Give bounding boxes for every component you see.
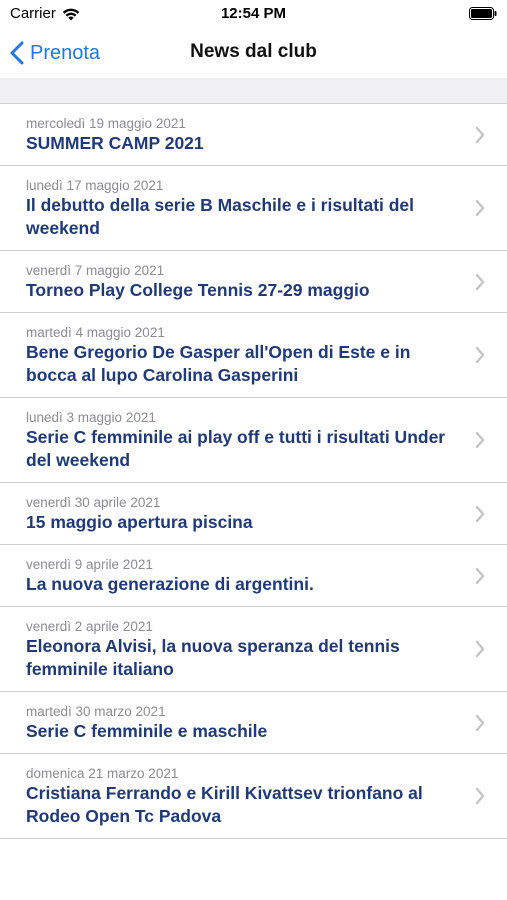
news-row[interactable]: mercoledì 19 maggio 2021 SUMMER CAMP 202… xyxy=(0,104,507,166)
news-date: martedì 30 marzo 2021 xyxy=(26,704,166,719)
chevron-right-icon xyxy=(475,567,485,584)
chevron-right-icon xyxy=(475,640,485,658)
battery-icon xyxy=(469,7,497,20)
news-title: La nuova generazione di argentini. xyxy=(26,574,314,594)
news-date: lunedì 17 maggio 2021 xyxy=(26,178,164,193)
chevron-right-icon xyxy=(475,126,485,143)
news-title: 15 maggio apertura piscina xyxy=(26,512,253,532)
news-date: venerdì 2 aprile 2021 xyxy=(26,619,153,634)
news-row[interactable]: domenica 21 marzo 2021 Cristiana Ferrand… xyxy=(0,754,507,839)
news-date: mercoledì 19 maggio 2021 xyxy=(26,116,186,131)
news-date: martedì 4 maggio 2021 xyxy=(26,325,165,340)
section-header-spacer xyxy=(0,78,507,104)
news-row[interactable]: lunedì 3 maggio 2021 Serie C femminile a… xyxy=(0,398,507,483)
news-title: Serie C femminile e maschile xyxy=(26,721,268,741)
news-list: mercoledì 19 maggio 2021 SUMMER CAMP 202… xyxy=(0,104,507,839)
chevron-right-icon xyxy=(475,431,485,449)
navigation-bar: Prenota News dal club xyxy=(0,28,507,78)
news-row[interactable]: venerdì 2 aprile 2021 Eleonora Alvisi, l… xyxy=(0,607,507,692)
clock: 12:54 PM xyxy=(220,5,287,22)
chevron-right-icon xyxy=(475,273,485,290)
chevron-right-icon xyxy=(475,787,485,805)
chevron-right-icon xyxy=(475,199,485,217)
page-title: News dal club xyxy=(190,41,317,62)
news-date: lunedì 3 maggio 2021 xyxy=(26,410,156,425)
news-title: Eleonora Alvisi, la nuova speranza del t… xyxy=(26,636,400,679)
news-row[interactable]: venerdì 9 aprile 2021 La nuova generazio… xyxy=(0,545,507,607)
news-title: Serie C femminile ai play off e tutti i … xyxy=(26,427,446,470)
chevron-right-icon xyxy=(475,505,485,522)
news-date: venerdì 9 aprile 2021 xyxy=(26,557,153,572)
news-date: venerdì 7 maggio 2021 xyxy=(26,263,165,278)
news-row[interactable]: lunedì 17 maggio 2021 Il debutto della s… xyxy=(0,166,507,251)
news-date: domenica 21 marzo 2021 xyxy=(26,766,179,781)
news-row[interactable]: venerdì 30 aprile 2021 15 maggio apertur… xyxy=(0,483,507,545)
news-row[interactable]: martedì 4 maggio 2021 Bene Gregorio De G… xyxy=(0,313,507,398)
chevron-right-icon xyxy=(475,346,485,364)
news-title: SUMMER CAMP 2021 xyxy=(26,133,204,153)
chevron-right-icon xyxy=(475,714,485,731)
news-title: Cristiana Ferrando e Kirill Kivattsev tr… xyxy=(26,783,423,826)
news-title: Bene Gregorio De Gasper all'Open di Este… xyxy=(26,342,411,385)
status-bar: Carrier 12:54 PM xyxy=(0,0,507,28)
news-title: Torneo Play College Tennis 27-29 maggio xyxy=(26,280,370,300)
news-date: venerdì 30 aprile 2021 xyxy=(26,495,161,510)
news-row[interactable]: martedì 30 marzo 2021 Serie C femminile … xyxy=(0,692,507,754)
news-title: Il debutto della serie B Maschile e i ri… xyxy=(26,195,415,238)
news-row[interactable]: venerdì 7 maggio 2021 Torneo Play Colleg… xyxy=(0,251,507,313)
